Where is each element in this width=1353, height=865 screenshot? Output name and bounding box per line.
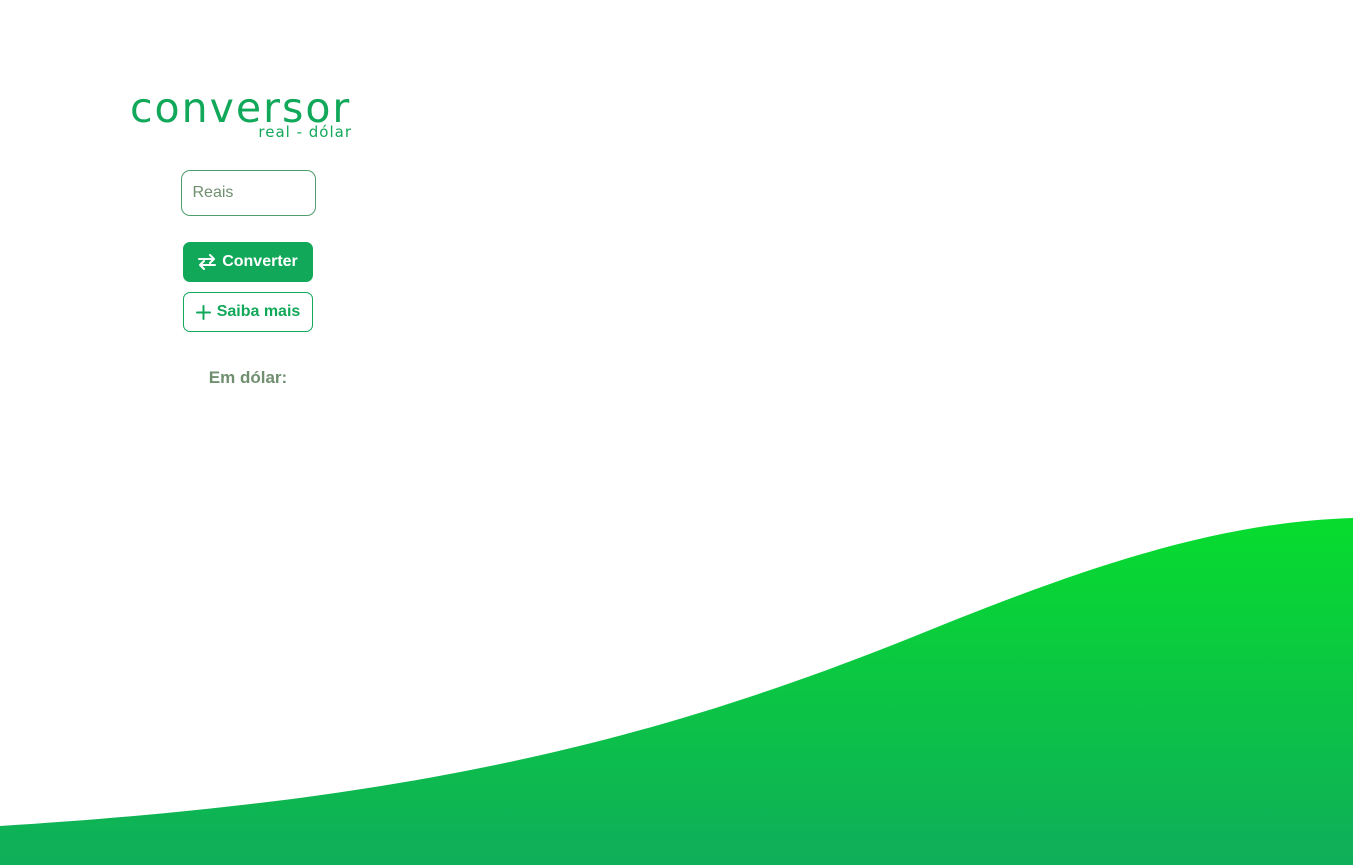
converter-panel: conversor real - dólar Converter Saiba m… [130, 88, 366, 388]
convert-button[interactable]: Converter [183, 242, 313, 282]
reais-input[interactable] [180, 170, 316, 216]
page: conversor real - dólar Converter Saiba m… [0, 0, 1353, 865]
convert-button-label: Converter [222, 253, 298, 270]
swap-arrows-icon [198, 254, 217, 270]
wave-shape [0, 518, 1353, 865]
result-label-text: Em dólar: [208, 368, 288, 387]
more-info-button[interactable]: Saiba mais [183, 292, 313, 332]
logo: conversor real - dólar [130, 88, 366, 140]
plus-icon [195, 304, 211, 320]
more-info-button-label: Saiba mais [216, 303, 301, 320]
result-label: Em dólar: [209, 368, 287, 388]
